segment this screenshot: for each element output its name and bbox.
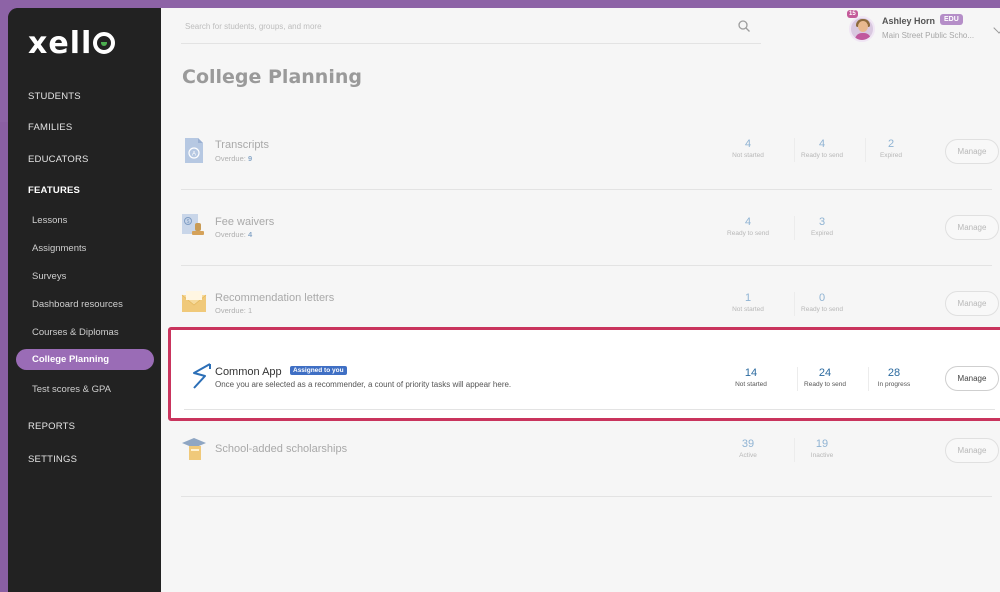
stat-active[interactable]: 39 Active: [716, 438, 780, 459]
row-description: Once you are selected as a recommender, …: [215, 380, 512, 389]
stat-expired[interactable]: 2 Expired: [859, 138, 923, 159]
search-underline: [181, 43, 761, 44]
nav-assignments[interactable]: Assignments: [32, 243, 86, 254]
transcript-document-icon: A: [185, 138, 203, 163]
chevron-down-icon[interactable]: [993, 22, 1000, 34]
stat-not-started[interactable]: 14 Not started: [719, 367, 783, 388]
row-title[interactable]: Fee waivers: [215, 216, 274, 228]
notification-badge[interactable]: 15: [847, 10, 858, 18]
manage-button[interactable]: Manage: [945, 291, 999, 316]
nav-settings[interactable]: SETTINGS: [28, 454, 77, 465]
role-badge: EDU: [940, 14, 963, 25]
nav-students[interactable]: STUDENTS: [28, 91, 81, 102]
search-input[interactable]: Search for students, groups, and more: [185, 22, 322, 31]
manage-button[interactable]: Manage: [945, 366, 999, 391]
nav-reports[interactable]: REPORTS: [28, 421, 75, 432]
manage-button[interactable]: Manage: [945, 139, 999, 164]
manage-button[interactable]: Manage: [945, 215, 999, 240]
app-window: xell STUDENTS FAMILIES EDUCATORS FEATURE…: [8, 8, 1000, 592]
main-content: Search for students, groups, and more 15…: [161, 8, 1000, 592]
xello-logo[interactable]: xell: [28, 26, 116, 61]
stat-in-progress[interactable]: 28 In progress: [862, 367, 926, 388]
top-brand-bar: [0, 0, 1000, 8]
stat-ready-to-send[interactable]: 4 Ready to send: [716, 216, 780, 237]
page-title: College Planning: [182, 66, 362, 88]
avatar[interactable]: [849, 16, 875, 42]
nav-lessons[interactable]: Lessons: [32, 215, 67, 226]
logo-o-icon: [93, 32, 116, 54]
svg-text:$: $: [187, 219, 190, 225]
sidebar: xell STUDENTS FAMILIES EDUCATORS FEATURE…: [8, 8, 161, 592]
nav-families[interactable]: FAMILIES: [28, 122, 72, 133]
row-title[interactable]: School-added scholarships: [215, 443, 347, 455]
assigned-badge: Assigned to you: [290, 366, 347, 375]
list-item-fee-waivers: $ Fee waivers Overdue: 4 4 Ready to send …: [181, 190, 999, 266]
graduation-cap-icon: [182, 438, 206, 460]
nav-dashboard-resources[interactable]: Dashboard resources: [32, 299, 123, 310]
stat-not-started[interactable]: 4 Not started: [716, 138, 780, 159]
row-title[interactable]: Common App: [215, 366, 282, 378]
svg-text:A: A: [192, 152, 196, 158]
list-item-school-added-scholarships: School-added scholarships 39 Active 19 Ina…: [181, 421, 999, 497]
list-item-common-app: Common App Assigned to you Once you are …: [168, 327, 1000, 421]
stat-ready-to-send[interactable]: 24 Ready to send: [793, 367, 857, 388]
overdue-text: Overdue: 1: [215, 306, 253, 315]
search-icon[interactable]: [737, 19, 751, 33]
nav-features[interactable]: FEATURES: [28, 185, 80, 196]
row-title[interactable]: Recommendation letters: [215, 292, 334, 304]
overdue-text: Overdue: 4: [215, 230, 253, 239]
row-title[interactable]: Transcripts: [215, 139, 269, 151]
overdue-text: Overdue: 9: [215, 154, 253, 163]
user-menu[interactable]: 15 Ashley Horn EDU Main Street Public Sc…: [847, 10, 1000, 50]
user-school: Main Street Public Scho...: [882, 31, 975, 40]
envelope-icon: [181, 291, 207, 312]
stat-inactive[interactable]: 19 Inactive: [790, 438, 854, 459]
stat-ready-to-send[interactable]: 4 Ready to send: [790, 138, 854, 159]
nav-educators[interactable]: EDUCATORS: [28, 154, 89, 165]
common-app-logo-icon: [193, 363, 211, 389]
stat-expired[interactable]: 3 Expired: [790, 216, 854, 237]
list-item-transcripts: A Transcripts Overdue: 9 4 Not started 4R…: [181, 114, 999, 190]
manage-button[interactable]: Manage: [945, 438, 999, 463]
nav-test-scores-gpa[interactable]: Test scores & GPA: [32, 384, 111, 395]
stat-not-started[interactable]: 1 Not started: [716, 292, 780, 313]
fee-waiver-stamp-icon: $: [182, 214, 204, 235]
nav-surveys[interactable]: Surveys: [32, 271, 66, 282]
user-name: Ashley Horn: [882, 16, 936, 26]
nav-college-planning[interactable]: College Planning: [16, 349, 154, 370]
stat-ready-to-send[interactable]: 0 Ready to send: [790, 292, 854, 313]
nav-courses-diplomas[interactable]: Courses & Diplomas: [32, 327, 119, 338]
